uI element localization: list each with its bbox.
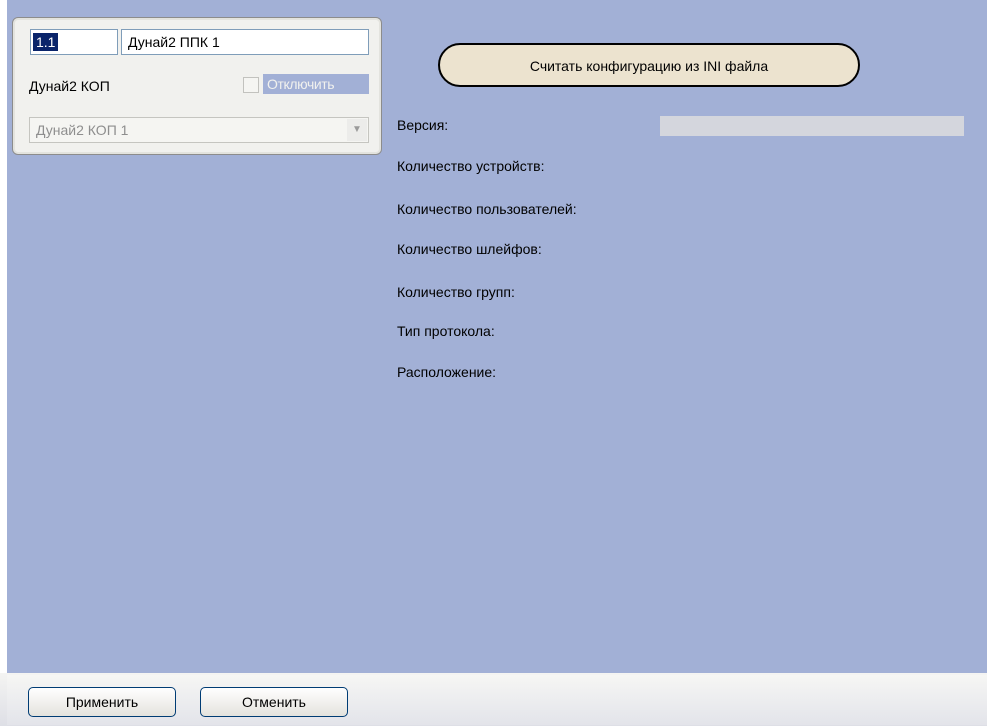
version-field	[660, 116, 964, 136]
object-id-field[interactable]: 1.1	[30, 29, 118, 55]
protocol-type-label: Тип протокола:	[397, 323, 495, 339]
object-id-value: 1.1	[33, 33, 59, 51]
read-ini-config-button[interactable]: Считать конфигурацию из INI файла	[438, 43, 860, 87]
parent-object-label: Дунай2 КОП	[29, 78, 110, 94]
device-count-label: Количество устройств:	[397, 158, 545, 174]
group-count-label: Количество групп:	[397, 284, 515, 300]
disable-checkbox[interactable]	[243, 77, 259, 93]
cancel-button[interactable]: Отменить	[200, 687, 348, 717]
loop-count-label: Количество шлейфов:	[397, 241, 542, 257]
location-label: Расположение:	[397, 364, 497, 380]
read-ini-config-button-label: Считать конфигурацию из INI файла	[529, 58, 769, 74]
disable-checkbox-label: Отключить	[263, 74, 369, 94]
chevron-down-icon[interactable]: ▼	[347, 119, 367, 141]
user-count-label: Количество пользователей:	[397, 201, 577, 217]
object-panel: 1.1 Дунай2 КОП Отключить Дунай2 КОП 1 ▼	[12, 17, 382, 155]
apply-button[interactable]: Применить	[28, 687, 176, 717]
version-label: Версия:	[397, 117, 449, 133]
parent-object-select-value: Дунай2 КОП 1	[36, 122, 129, 138]
object-name-input[interactable]	[121, 29, 369, 55]
parent-object-select[interactable]: Дунай2 КОП 1 ▼	[29, 117, 369, 143]
